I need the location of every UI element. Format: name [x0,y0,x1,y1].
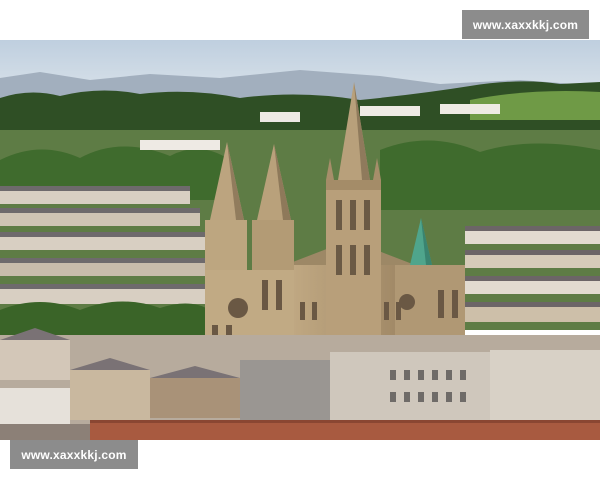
watermark-top-right: www.xaxxkkj.com [462,10,589,39]
cathedral-scene [0,40,600,440]
watermark-bottom-left: www.xaxxkkj.com [10,440,138,469]
cathedral-photo [0,40,600,440]
